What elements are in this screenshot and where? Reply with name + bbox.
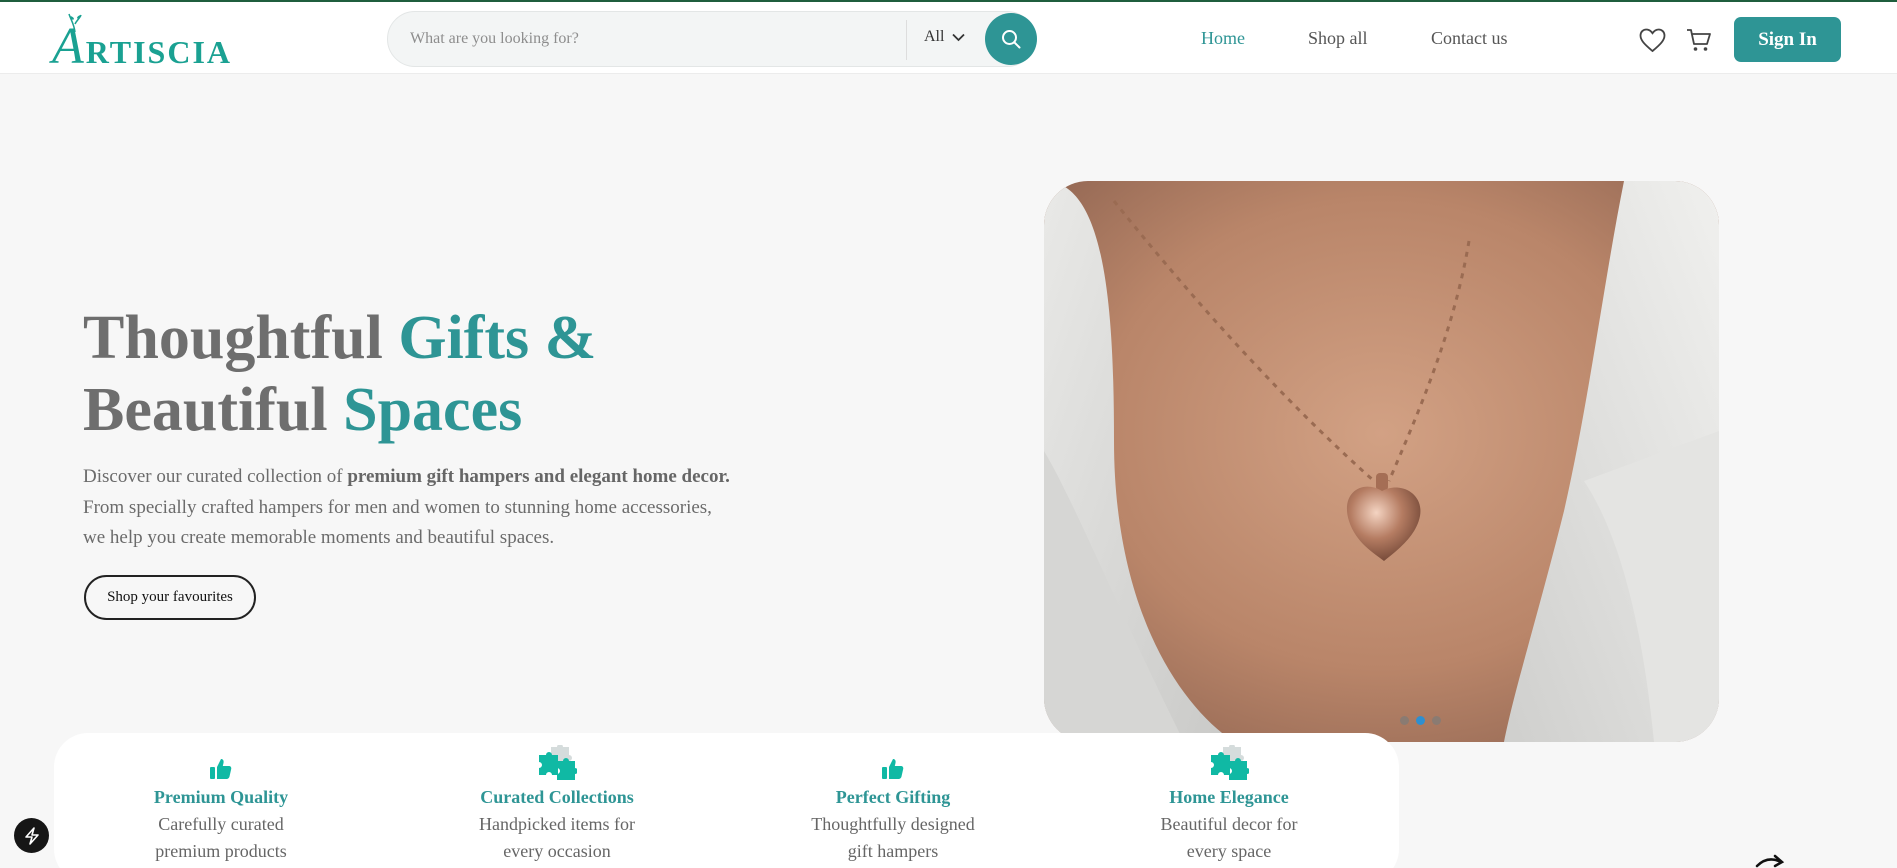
feature-title: Home Elegance xyxy=(1169,787,1289,807)
feature-title: Premium Quality xyxy=(153,787,289,807)
feature-curated-collections: Curated Collections Handpicked items for… xyxy=(427,733,687,865)
feature-perfect-gifting: Perfect Gifting Thoughtfully designed gif… xyxy=(763,733,1023,865)
quick-action-button[interactable] xyxy=(14,818,49,853)
feature-title: Curated Collections xyxy=(480,787,634,807)
feature-subtitle: Carefully curated premium products xyxy=(155,814,287,861)
cart-button[interactable] xyxy=(1685,26,1713,54)
hero-description: Discover our curated collection of premi… xyxy=(83,462,803,554)
nav-home[interactable]: Home xyxy=(1201,28,1245,49)
hero-title-line2-accent: Spaces xyxy=(343,376,523,444)
hero-desc-lead: Discover our curated collection of xyxy=(83,466,348,487)
hero-desc-bold: premium gift hampers and elegant home de… xyxy=(347,466,730,487)
hero-title-line1-accent: Gifts & xyxy=(398,304,597,372)
heart-icon xyxy=(1639,28,1665,52)
wishlist-button[interactable] xyxy=(1638,26,1666,54)
nav-contact-us[interactable]: Contact us xyxy=(1431,28,1508,49)
puzzle-icon xyxy=(1211,745,1249,780)
thumbs-up-icon xyxy=(882,759,904,779)
hero-title: Thoughtful Gifts & Beautiful Spaces xyxy=(83,302,883,446)
hero-title-line2-plain: Beautiful xyxy=(83,376,344,444)
logo-wordmark: ARTISCIA xyxy=(52,18,233,75)
features-strip: Premium Quality Carefully curated premium… xyxy=(54,733,1399,868)
feature-subtitle: Handpicked items for every occasion xyxy=(479,814,635,861)
shop-favourites-button[interactable]: Shop your favourites xyxy=(84,575,256,620)
feature-subtitle: Beautiful decor for every space xyxy=(1160,814,1298,861)
logo-leaf-icon xyxy=(68,13,82,32)
lightning-icon xyxy=(24,826,39,845)
search-divider xyxy=(906,20,907,60)
nav-shop-all[interactable]: Shop all xyxy=(1308,28,1368,49)
carousel-dot-2[interactable] xyxy=(1416,716,1425,725)
hero-desc-line2: From specially crafted hampers for men a… xyxy=(83,496,712,518)
search-input[interactable] xyxy=(410,24,870,54)
search-icon xyxy=(1002,30,1021,49)
cart-icon xyxy=(1687,28,1711,51)
carousel-dot-1[interactable] xyxy=(1400,716,1409,725)
feature-home-elegance: Home Elegance Beautiful decor for every s… xyxy=(1099,733,1359,865)
puzzle-icon xyxy=(539,745,577,780)
feature-premium-quality: Premium Quality Carefully curated premium… xyxy=(91,733,351,865)
search-bar: All xyxy=(387,11,1037,67)
carousel-dot-3[interactable] xyxy=(1432,716,1441,725)
chevron-down-icon xyxy=(952,33,966,41)
arrow-icon xyxy=(1755,854,1785,868)
feature-subtitle: Thoughtfully designed gift hampers xyxy=(811,814,975,861)
hero-desc-line3: we help you create memorable moments and… xyxy=(83,527,555,548)
sign-in-button[interactable]: Sign In xyxy=(1734,17,1841,62)
search-button[interactable] xyxy=(985,13,1037,65)
scroll-arrow[interactable] xyxy=(1755,852,1785,868)
brand-logo[interactable]: ARTISCIA xyxy=(52,13,233,75)
category-label: All xyxy=(924,28,945,45)
hero-carousel-image xyxy=(1044,181,1719,742)
category-select[interactable]: All xyxy=(924,28,966,46)
hero-title-line1-plain: Thoughtful xyxy=(83,304,399,372)
site-header: ARTISCIA All Home Shop all Contact us xyxy=(0,2,1897,74)
necklace-photo xyxy=(1044,181,1719,742)
thumbs-up-icon xyxy=(210,759,232,779)
carousel-indicators xyxy=(1400,716,1441,725)
feature-title: Perfect Gifting xyxy=(835,787,951,807)
